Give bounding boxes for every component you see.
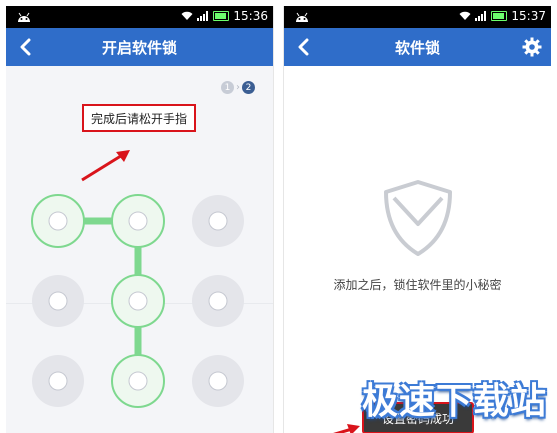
android-icon <box>296 12 308 22</box>
clock: 15:36 <box>233 9 268 23</box>
signal-icon <box>197 11 209 21</box>
shield-icon <box>384 180 452 256</box>
step-1: 1 <box>221 81 234 94</box>
signal-icon <box>475 11 487 21</box>
step-2: 2 <box>242 81 255 94</box>
battery-icon <box>491 11 508 21</box>
step-separator-icon: › <box>236 82 240 93</box>
left-phone-screen: 15:36 开启软件锁 1 › 2 完成后请松开手指 <box>6 6 274 433</box>
page-title: 软件锁 <box>394 38 440 57</box>
status-bar: 15:37 <box>284 6 551 28</box>
gear-icon[interactable] <box>519 34 545 60</box>
red-arrow-icon <box>333 424 360 433</box>
pattern-dot-4 <box>32 275 84 327</box>
wifi-icon <box>181 11 193 20</box>
clock: 15:37 <box>511 9 546 23</box>
title-bar: 开启软件锁 <box>6 28 273 66</box>
pattern-dot-3 <box>192 195 244 247</box>
pattern-grid[interactable] <box>6 176 274 416</box>
watermark: 极速下载站 <box>362 381 548 422</box>
hint-box: 完成后请松开手指 <box>82 104 196 132</box>
pattern-dot-1 <box>31 194 85 248</box>
status-bar: 15:36 <box>6 6 273 28</box>
android-icon <box>18 12 30 22</box>
step-indicator: 1 › 2 <box>221 81 255 94</box>
battery-icon <box>213 11 230 21</box>
page-title: 开启软件锁 <box>101 38 177 57</box>
title-bar: 软件锁 <box>284 28 551 66</box>
right-phone-screen: 15:37 软件锁 添加之后，锁住软件里的小秘密 设置密码成功 <box>283 6 551 433</box>
pattern-dot-2 <box>111 194 165 248</box>
pattern-dot-6 <box>192 275 244 327</box>
pattern-dot-9 <box>192 355 244 407</box>
wifi-icon <box>459 11 471 20</box>
pattern-dot-5 <box>111 274 165 328</box>
pattern-setup-area: 1 › 2 完成后请松开手指 <box>6 66 273 433</box>
pattern-dot-7 <box>32 355 84 407</box>
pattern-dot-8 <box>111 354 165 408</box>
lock-description: 添加之后，锁住软件里的小秘密 <box>333 278 502 292</box>
hint-text: 完成后请松开手指 <box>90 111 187 126</box>
back-chevron-icon[interactable] <box>12 34 38 60</box>
back-chevron-icon[interactable] <box>290 34 316 60</box>
